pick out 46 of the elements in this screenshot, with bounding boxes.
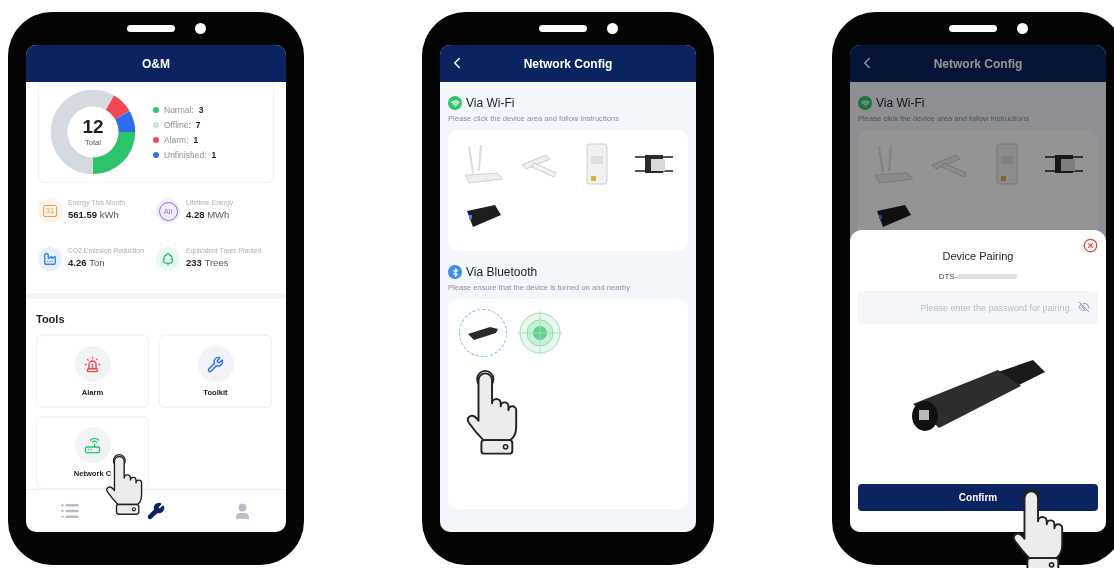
camera-dot bbox=[194, 23, 206, 34]
wrench-icon bbox=[147, 502, 166, 520]
legend-label: Normal: bbox=[164, 104, 194, 115]
legend-label: Alarm: bbox=[164, 134, 189, 145]
list-nav-button[interactable] bbox=[59, 501, 80, 521]
camera-dot bbox=[606, 23, 618, 34]
tools-icon bbox=[207, 355, 224, 373]
energy-meter-drawing bbox=[583, 142, 610, 186]
wifi-icon bbox=[858, 96, 872, 110]
stat-value: 4.28 MWh bbox=[186, 208, 231, 220]
close-button[interactable] bbox=[1083, 238, 1098, 253]
speaker-slot bbox=[126, 25, 175, 32]
wifi-icon bbox=[448, 96, 462, 110]
energy-meter-drawing bbox=[993, 142, 1020, 186]
legend-value: 1 bbox=[193, 134, 199, 145]
dialog-title: Device Pairing bbox=[942, 250, 1014, 262]
radar-scan-drawing bbox=[516, 310, 563, 356]
legend-value: 3 bbox=[198, 104, 204, 115]
router-icon bbox=[84, 436, 101, 454]
total-count: 12 bbox=[82, 117, 104, 136]
bluetooth-icon bbox=[448, 265, 462, 279]
section-title: Via Wi-Fi bbox=[466, 96, 515, 110]
screen-title: Network Config bbox=[933, 56, 1023, 71]
list-icon bbox=[59, 501, 80, 521]
device-id: DTS- bbox=[938, 272, 958, 281]
blurred-serial-bar bbox=[957, 274, 1018, 279]
screen-title: Network Config bbox=[523, 56, 613, 71]
legend-label: Offline: bbox=[164, 119, 191, 130]
camera-dot bbox=[1016, 23, 1028, 34]
speaker-slot bbox=[948, 25, 997, 32]
legend-label: Unfinished: bbox=[164, 149, 207, 160]
legend-value: 1 bbox=[211, 149, 217, 160]
siren-icon bbox=[84, 355, 101, 373]
section-title: Tools bbox=[35, 312, 66, 327]
stat-value: 4.26 Ton bbox=[68, 256, 106, 268]
section-title: Via Wi-Fi bbox=[876, 96, 925, 110]
stat-value: 233 Trees bbox=[186, 256, 230, 268]
stat-value: 561.59 kWh bbox=[68, 208, 120, 220]
close-icon bbox=[1083, 238, 1098, 253]
tools-nav-button[interactable] bbox=[147, 502, 166, 520]
section-title: Via Bluetooth bbox=[466, 265, 538, 279]
speaker-slot bbox=[538, 25, 587, 32]
confirm-button[interactable]: Confirm bbox=[858, 484, 1098, 511]
legend-value: 7 bbox=[195, 119, 201, 130]
screen-title: O&M bbox=[142, 56, 170, 71]
eye-off-icon[interactable] bbox=[1078, 301, 1090, 313]
